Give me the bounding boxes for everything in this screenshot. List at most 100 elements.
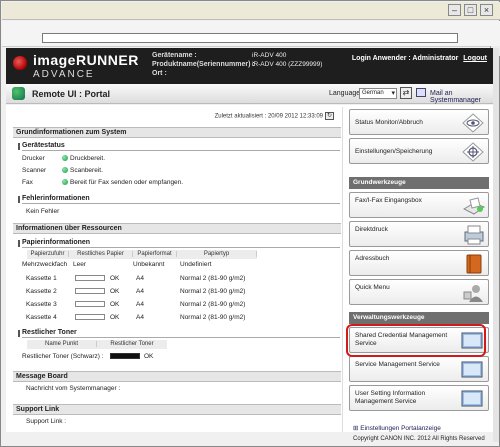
quick-menu-button[interactable]: Quick Menu <box>349 279 489 305</box>
language-apply-icon[interactable]: ⇄ <box>400 87 412 99</box>
service-management-button[interactable]: Service Management Service <box>349 356 489 382</box>
vertical-scrollbar[interactable] <box>493 48 499 442</box>
user-setting-button[interactable]: User Setting Information Management Serv… <box>349 385 489 411</box>
subhead-paper-info: Papierinformationen <box>18 239 340 248</box>
portal-navbar: Remote UI : Portal Language German ⇄ Mai… <box>6 84 493 104</box>
login-info: Login Anwender : Administrator Logout <box>352 55 487 62</box>
toner-col-header: Restlicher Toner <box>110 341 154 347</box>
settings-button[interactable]: Einstellungen/Speicherung <box>349 138 489 164</box>
subhead-toner: Restlicher Toner <box>18 329 340 338</box>
subhead-error-info: Fehlerinformationen <box>18 195 340 204</box>
status-ok-icon <box>62 167 68 173</box>
status-monitor-label: Status Monitor/Abbruch <box>355 119 423 126</box>
paper-type: Normal 2 (81-90 g/m2) <box>180 301 246 308</box>
fax-inbox-button[interactable]: Fax/I-Fax Eingangsbox <box>349 192 489 218</box>
paper-type: Normal 2 (81-90 g/m2) <box>180 288 246 295</box>
printer-icon <box>464 225 484 245</box>
paper-source: Kassette 4 <box>26 314 57 321</box>
toner-col-header: Name Punkt <box>27 341 97 347</box>
main-content: Zuletzt aktualisiert : 20/09 2012 12:33:… <box>6 105 493 432</box>
user-setting-label: User Setting Information <box>355 390 426 397</box>
support-label: Support Link : <box>26 418 67 425</box>
address-input[interactable]: ▾ <box>42 33 500 56</box>
address-book-icon <box>466 254 482 274</box>
portal-settings-link[interactable]: ⊞ Einstellungen Portalanzeige <box>353 424 441 432</box>
status-ok-icon <box>62 179 68 185</box>
device-name-label: Gerätename : <box>152 52 197 59</box>
refresh-icon[interactable]: ↻ <box>325 112 334 120</box>
direct-print-button[interactable]: Direktdruck <box>349 221 489 247</box>
application-window-icon <box>461 390 483 407</box>
quick-menu-label: Quick Menu <box>355 284 390 291</box>
paper-level-bar <box>75 314 105 320</box>
portal-icon <box>12 87 25 100</box>
user-icon <box>463 285 483 302</box>
right-panel: Status Monitor/Abbruch Einstellungen/Spe… <box>347 105 493 432</box>
product-label: Produktname(Seriennummer) : <box>152 61 255 68</box>
direct-print-label: Direktdruck <box>355 226 388 233</box>
message-label: Nachricht vom Systemmanager : <box>26 385 121 392</box>
paper-source: Kassette 2 <box>26 288 57 295</box>
section-resources: Informationen über Ressourcen <box>13 223 341 234</box>
paper-remaining: OK <box>110 301 120 308</box>
device-name-value: iR-ADV 400 <box>252 52 287 59</box>
subhead-device-status: Gerätestatus <box>18 142 340 151</box>
status-label-fax: Fax <box>22 179 33 186</box>
settings-label: Einstellungen/Speicherung <box>355 148 433 155</box>
toner-value: OK <box>144 353 154 360</box>
paper-format: A4 <box>136 288 144 295</box>
eye-icon <box>462 113 484 133</box>
paper-format: A4 <box>136 275 144 282</box>
paper-source: Mehrzweckfach <box>22 261 68 268</box>
logout-link[interactable]: Logout <box>463 55 487 62</box>
copyright: Copyright CANON INC. 2012 All Rights Res… <box>353 436 485 442</box>
paper-remaining: OK <box>110 314 120 321</box>
language-select[interactable]: German <box>359 88 397 99</box>
fax-inbox-icon <box>462 197 486 215</box>
left-panel: Zuletzt aktualisiert : 20/09 2012 12:33:… <box>10 107 343 432</box>
paper-source: Kassette 3 <box>26 301 57 308</box>
login-user: Login Anwender : Administrator <box>351 55 459 62</box>
address-book-button[interactable]: Adressbuch <box>349 250 489 276</box>
toner-level-bar <box>110 353 140 359</box>
minimize-icon[interactable]: – <box>448 4 461 16</box>
logo-subtext: ADVANCE <box>33 69 95 80</box>
status-monitor-button[interactable]: Status Monitor/Abbruch <box>349 109 489 135</box>
page-title: Remote UI : Portal <box>32 89 111 99</box>
mail-icon <box>416 88 426 97</box>
status-value-scanner: Scanbereit. <box>70 167 103 174</box>
paper-remaining: OK <box>110 275 120 282</box>
logo-text: imageRUNNER <box>33 52 139 68</box>
paper-level-bar <box>75 275 105 281</box>
logo-icon <box>13 56 27 70</box>
paper-format: A4 <box>136 314 144 321</box>
status-label-scanner: Scanner <box>22 167 47 174</box>
paper-type: Undefiniert <box>180 261 212 268</box>
paper-format: A4 <box>136 301 144 308</box>
language-label: Language <box>329 90 361 97</box>
location-label: Ort : <box>152 70 167 77</box>
paper-format: Unbekannt <box>133 261 165 268</box>
paper-col-header: Papierzufuhr <box>27 251 69 257</box>
status-value-printer: Druckbereit. <box>70 155 106 162</box>
paper-remaining: Leer <box>73 261 87 268</box>
last-updated-text: Zuletzt aktualisiert : 20/09 2012 12:33:… <box>214 113 323 120</box>
paper-level-bar <box>75 288 105 294</box>
portal-settings-text: Einstellungen Portalanzeige <box>360 425 441 432</box>
paper-col-header: Papierformat <box>133 251 177 257</box>
section-basic-info: Grundinformationen zum System <box>13 127 341 138</box>
paper-type: Normal 2 (81-90 g/m2) <box>180 314 246 321</box>
product-value: iR-ADV 400 (ZZZ99999) <box>252 61 323 68</box>
window-titlebar: – □ × <box>2 2 500 20</box>
error-value: Kein Fehler <box>26 208 60 215</box>
address-bar: ▾ <box>2 21 500 56</box>
status-ok-icon <box>62 155 68 161</box>
mail-admin-link[interactable]: Mail an Systemmanager <box>430 90 493 104</box>
section-message-board: Message Board <box>13 371 341 382</box>
paper-level-bar <box>75 301 105 307</box>
section-support-link: Support Link <box>13 404 341 415</box>
gear-icon <box>462 142 484 162</box>
maximize-icon[interactable]: □ <box>464 4 477 16</box>
close-icon[interactable]: × <box>480 4 493 16</box>
app-header: imageRUNNER ADVANCE Gerätename : iR-ADV … <box>6 48 493 84</box>
